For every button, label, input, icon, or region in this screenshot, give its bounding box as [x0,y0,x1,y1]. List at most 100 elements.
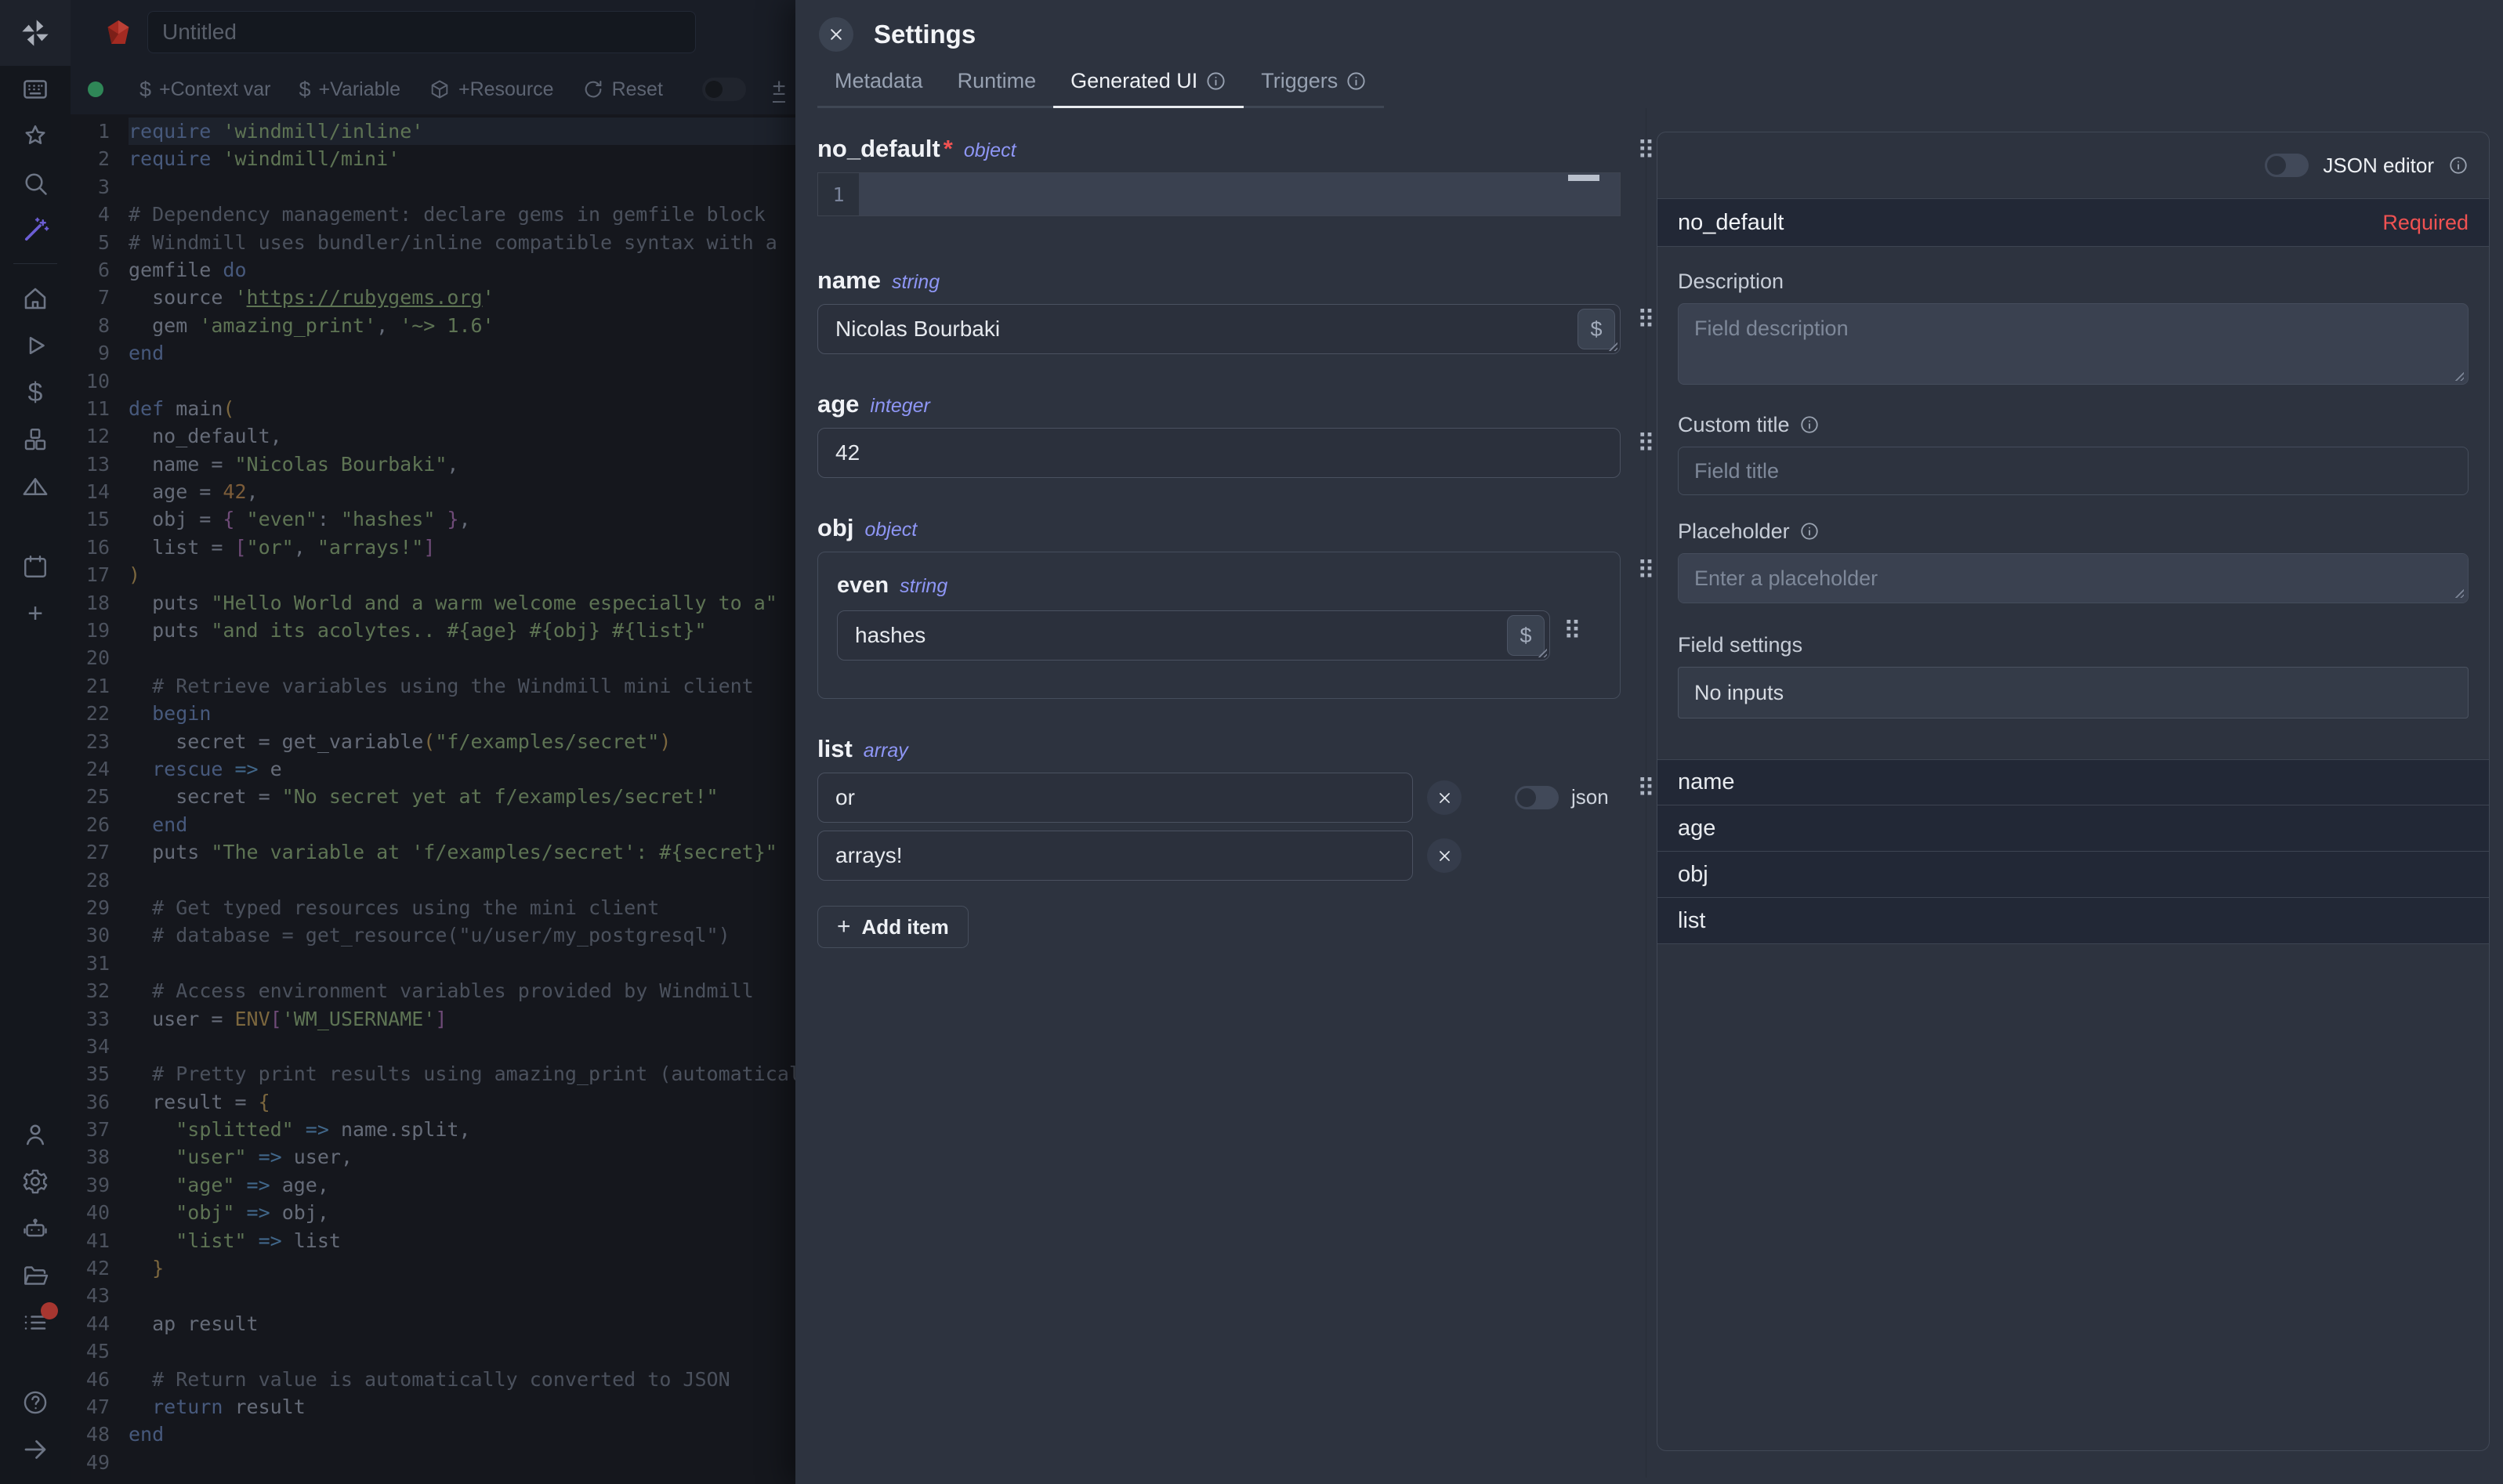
code-line[interactable]: 6gemfile do [71,256,795,284]
sidebar-item-schedules[interactable] [0,543,71,590]
sidebar-item-workers[interactable] [0,1299,71,1346]
reset-button[interactable]: Reset [571,74,674,106]
drag-handle-icon[interactable]: ⠿ [1637,138,1655,163]
windmill-logo[interactable] [0,0,71,66]
code-line[interactable]: 5# Windmill uses bundler/inline compatib… [71,229,795,256]
code-line[interactable]: 11def main( [71,395,795,422]
code-line[interactable]: 27 puts "The variable at 'f/examples/sec… [71,838,795,866]
tab-runtime[interactable]: Runtime [940,69,1054,108]
code-line[interactable]: 1require 'windmill/inline' [71,118,795,145]
age-input[interactable] [817,428,1621,478]
sidebar-item-settings[interactable] [0,1158,71,1205]
sidebar-item-search[interactable] [0,160,71,207]
close-button[interactable] [819,17,853,52]
sidebar-item-help[interactable] [0,1379,71,1426]
even-input[interactable] [837,610,1550,661]
code-line[interactable]: 49 [71,1449,795,1476]
code-line[interactable]: 15 obj = { "even": "hashes" }, [71,505,795,533]
code-line[interactable]: 32 # Access environment variables provid… [71,977,795,1004]
selected-field-header[interactable]: no_default Required [1657,198,2489,247]
code-line[interactable]: 34 [71,1033,795,1060]
sidebar-item-variables[interactable]: $ [0,369,71,416]
code-line[interactable]: 26 end [71,811,795,838]
custom-title-input[interactable] [1678,447,2469,495]
drag-handle-icon[interactable]: ⠿ [1637,307,1655,332]
sidebar-item-home[interactable] [0,275,71,322]
field-row-obj[interactable]: obj [1657,852,2489,898]
code-line[interactable]: 33 user = ENV['WM_USERNAME'] [71,1005,795,1033]
code-line[interactable]: 48end [71,1421,795,1448]
code-line[interactable]: 20 [71,644,795,671]
code-line[interactable]: 18 puts "Hello World and a warm welcome … [71,589,795,617]
code-line[interactable]: 16 list = ["or", "arrays!"] [71,534,795,561]
code-line[interactable]: 35 # Pretty print results using amazing_… [71,1060,795,1088]
add-context-var-button[interactable]: $ +Context var [129,73,281,107]
remove-item-button[interactable] [1427,838,1462,873]
code-line[interactable]: 4# Dependency management: declare gems i… [71,201,795,228]
sidebar-item-apps[interactable] [0,66,71,113]
code-line[interactable]: 13 name = "Nicolas Bourbaki", [71,451,795,478]
editor-toggle[interactable] [702,78,746,101]
code-line[interactable]: 44 ap result [71,1310,795,1337]
sidebar-item-folders[interactable] [0,1252,71,1299]
sidebar-item-ai-assistant[interactable] [0,1205,71,1252]
code-line[interactable]: 3 [71,173,795,201]
drag-handle-icon[interactable]: ⠿ [1637,431,1655,456]
script-title-input[interactable] [147,11,696,53]
field-row-list[interactable]: list [1657,898,2489,944]
editor-scrollbar[interactable] [1568,175,1599,181]
code-line[interactable]: 42 } [71,1254,795,1282]
code-line[interactable]: 21 # Retrieve variables using the Windmi… [71,672,795,700]
list-item-input[interactable] [817,773,1413,823]
code-line[interactable]: 19 puts "and its acolytes.. #{age} #{obj… [71,617,795,644]
drag-handle-icon[interactable]: ⠿ [1637,558,1655,583]
json-toggle[interactable] [1515,786,1559,809]
sidebar-item-user[interactable] [0,1111,71,1158]
code-line[interactable]: 12 no_default, [71,422,795,450]
code-line[interactable]: 29 # Get typed resources using the mini … [71,894,795,921]
code-line[interactable]: 17) [71,561,795,588]
code-editor[interactable]: 1require 'windmill/inline'2require 'wind… [71,114,795,1476]
add-resource-button[interactable]: +Resource [418,74,565,106]
info-icon[interactable] [1799,521,1820,541]
list-item-input[interactable] [817,831,1413,881]
code-line[interactable]: 39 "age" => age, [71,1171,795,1199]
code-line[interactable]: 25 secret = "No secret yet at f/examples… [71,783,795,810]
code-line[interactable]: 37 "splitted" => name.split, [71,1116,795,1143]
code-line[interactable]: 2require 'windmill/mini' [71,145,795,172]
sidebar-item-runs[interactable] [0,322,71,369]
code-line[interactable]: 9end [71,339,795,367]
sidebar-item-ai-wand[interactable] [0,207,71,254]
field-row-age[interactable]: age [1657,805,2489,852]
code-line[interactable]: 43 [71,1282,795,1309]
code-line[interactable]: 22 begin [71,700,795,727]
no-default-json-input[interactable]: 1 [817,172,1621,216]
code-line[interactable]: 46 # Return value is automatically conve… [71,1366,795,1393]
add-item-button[interactable]: + Add item [817,906,969,948]
code-line[interactable]: 47 return result [71,1393,795,1421]
drag-handle-icon[interactable]: ⠿ [1637,776,1655,801]
code-line[interactable]: 8 gem 'amazing_print', '~> 1.6' [71,312,795,339]
code-line[interactable]: 28 [71,867,795,894]
code-line[interactable]: 36 result = { [71,1088,795,1116]
insert-variable-button[interactable]: $ [1578,309,1615,349]
add-variable-button[interactable]: $ +Variable [288,73,411,107]
insert-variable-button[interactable]: $ [1507,615,1545,656]
tab-metadata[interactable]: Metadata [817,69,940,108]
placeholder-textarea[interactable] [1678,553,2469,603]
description-textarea[interactable] [1678,303,2469,385]
sidebar-item-resources[interactable] [0,416,71,463]
info-icon[interactable] [2448,155,2469,176]
info-icon[interactable] [1799,414,1820,435]
code-line[interactable]: 31 [71,950,795,977]
json-editor-toggle[interactable] [2265,154,2309,177]
code-line[interactable]: 41 "list" => list [71,1227,795,1254]
code-line[interactable]: 38 "user" => user, [71,1143,795,1171]
field-row-name[interactable]: name [1657,759,2489,805]
code-line[interactable]: 40 "obj" => obj, [71,1199,795,1226]
remove-item-button[interactable] [1427,780,1462,815]
name-input[interactable] [817,304,1621,354]
diff-button[interactable]: ± [773,76,785,103]
sidebar-item-routes[interactable] [0,463,71,510]
code-line[interactable]: 14 age = 42, [71,478,795,505]
